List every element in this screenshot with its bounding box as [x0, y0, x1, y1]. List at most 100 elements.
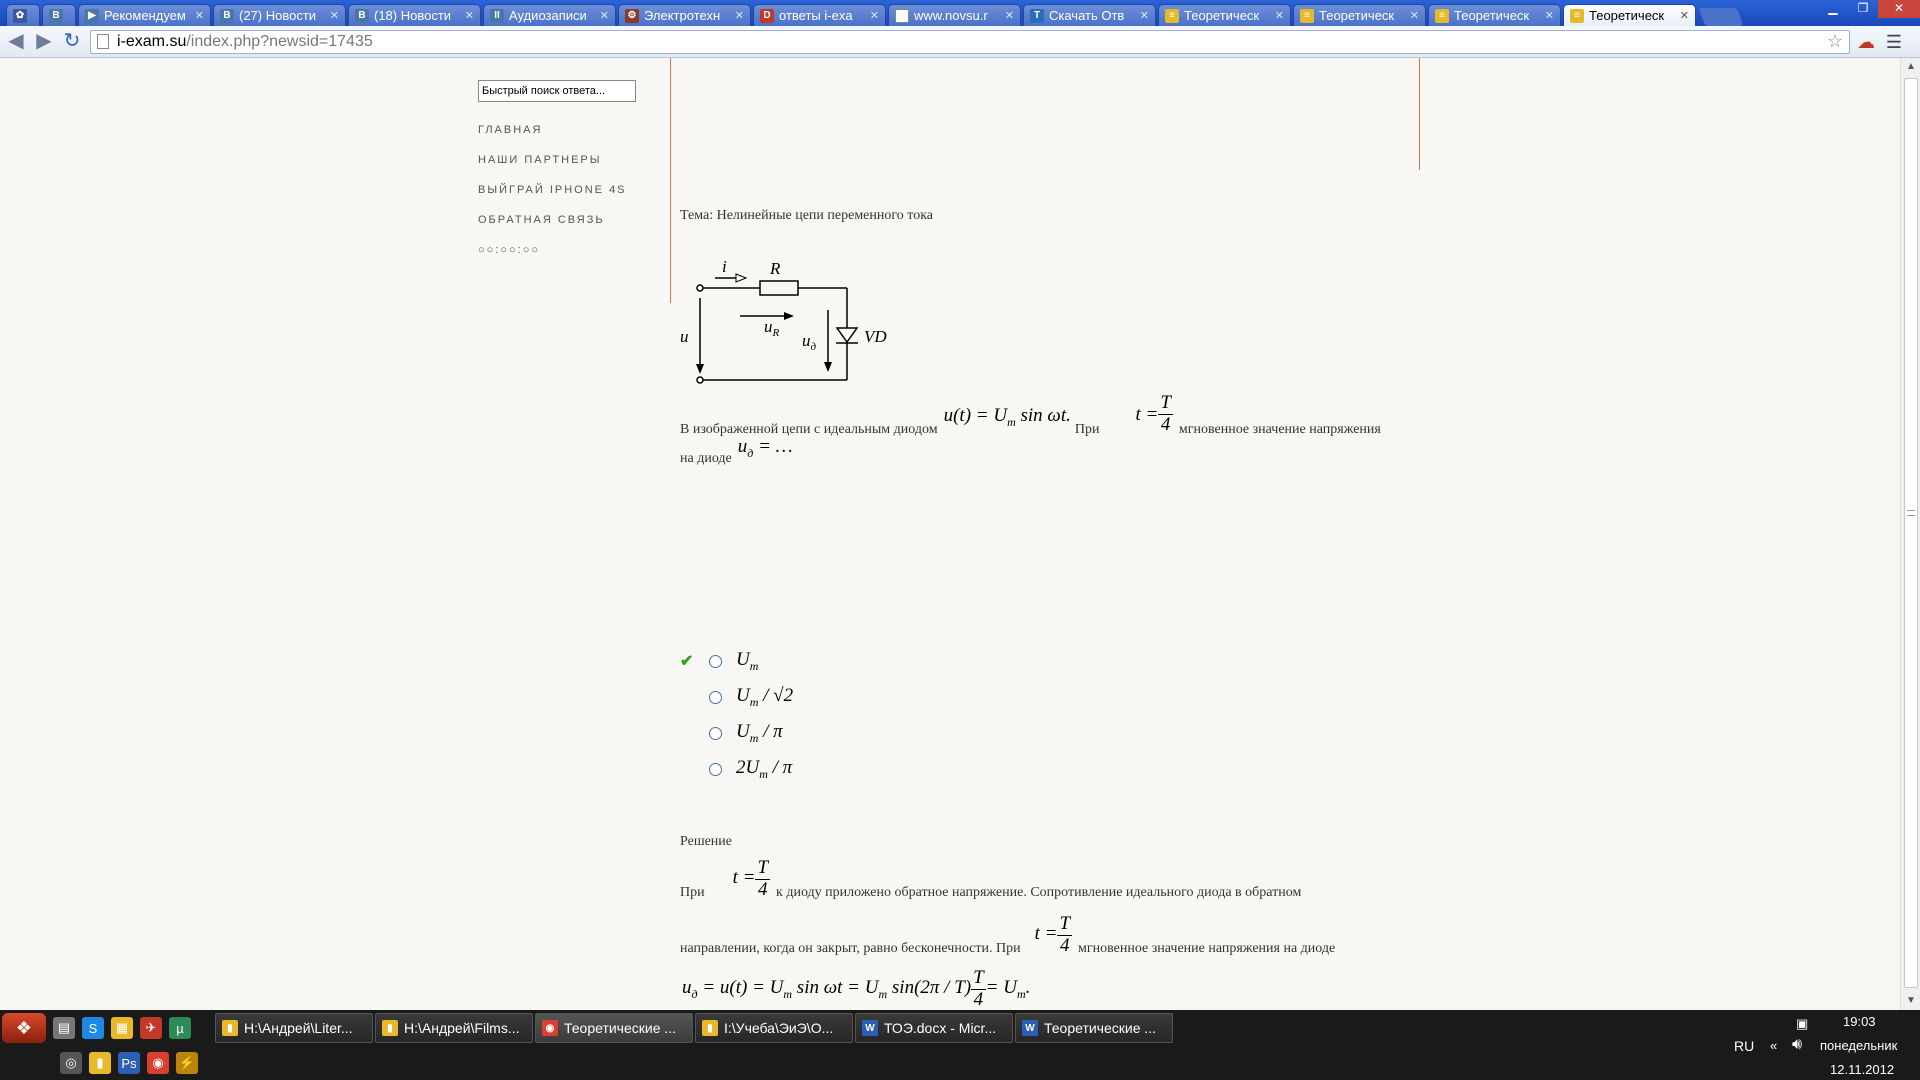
browser-tab[interactable]: ▶ Рекомендуем ✕ — [78, 4, 211, 26]
acrobat-icon[interactable]: ✈ — [140, 1017, 162, 1039]
browser-tab[interactable]: B — [42, 4, 76, 26]
browser-tab[interactable]: ≡ Теоретическ ✕ — [1428, 4, 1561, 26]
language-indicator[interactable]: RU — [1734, 1038, 1754, 1054]
page-scrollbar[interactable]: ▲ ▼ — [1900, 58, 1920, 1010]
answer-option[interactable]: Um / π — [680, 720, 783, 746]
radio-button[interactable] — [709, 654, 722, 668]
taskbar-window-button[interactable]: ▮ H:\Андрей\Liter... — [215, 1013, 373, 1043]
browser-tab[interactable]: ≡ Теоретическ ✕ — [1293, 4, 1426, 26]
tab-close-icon[interactable]: ✕ — [1680, 9, 1689, 22]
scroll-up-icon[interactable]: ▲ — [1901, 58, 1920, 76]
question-text-part: В изображенной цепи с идеальным диодом — [680, 422, 938, 437]
tray-expand-icon[interactable]: « — [1770, 1038, 1777, 1053]
tab-label: Электротехн — [644, 8, 721, 23]
scroll-down-icon[interactable]: ▼ — [1901, 992, 1920, 1010]
new-tab-button[interactable] — [1698, 8, 1744, 26]
tab-close-icon[interactable]: ✕ — [1545, 9, 1554, 22]
clock-time[interactable]: 19:03 — [1843, 1014, 1876, 1029]
chrome-icon[interactable]: ◉ — [147, 1052, 169, 1074]
browser-tab[interactable]: www.novsu.r ✕ — [888, 4, 1021, 26]
clock-day[interactable]: понедельник — [1820, 1038, 1897, 1053]
address-bar[interactable]: i-exam.su/index.php?newsid=17435 ☆ — [90, 29, 1850, 54]
sidebar-link[interactable]: ВЫЙГРАЙ IPHONE 4S — [478, 184, 668, 196]
browser-tab[interactable]: Dответы i-exa ✕ — [753, 4, 886, 26]
close-window-button[interactable]: ✕ — [1878, 0, 1920, 18]
browser-tab[interactable]: ⚙ Электротехн ✕ — [618, 4, 751, 26]
answer-option[interactable]: ✔ Um — [680, 648, 758, 674]
bookmark-star-icon[interactable]: ☆ — [1827, 31, 1843, 52]
taskbar-window-button[interactable]: ▮ I:\Учеба\ЭиЭ\О... — [695, 1013, 853, 1043]
folder-icon[interactable]: ▮ — [89, 1052, 111, 1074]
taskbar-window-button[interactable]: W Теоретические ... — [1015, 1013, 1173, 1043]
tab-close-icon[interactable]: ✕ — [1410, 9, 1419, 22]
url-host: i-exam.su — [117, 32, 187, 50]
volume-icon[interactable]: 🔊︎ — [1792, 1036, 1802, 1054]
reload-icon[interactable]: ↻ — [60, 30, 84, 54]
tool-icon[interactable]: ⚡ — [176, 1052, 198, 1074]
taskbar-window-label: Теоретические ... — [1044, 1020, 1157, 1036]
diode-label: VD — [864, 327, 887, 346]
browser-tab-strip: ✿ B ▶ Рекомендуем ✕ B (27) Новости ✕ B (18) Новос… — [0, 0, 1920, 26]
tab-close-icon[interactable]: ✕ — [465, 9, 474, 22]
sidebar-link[interactable]: ○○:○○:○○ — [478, 244, 668, 256]
minimize-button[interactable]: ▁ — [1818, 0, 1848, 18]
taskbar-window-button[interactable]: ▮ H:\Андрей\Films... — [375, 1013, 533, 1043]
radio-button[interactable] — [709, 726, 722, 740]
sidebar-link[interactable]: НАШИ ПАРТНЕРЫ — [478, 154, 668, 166]
taskbar-window-button[interactable]: ◉ Теоретические ... — [535, 1013, 693, 1043]
tab-close-icon[interactable]: ✕ — [1005, 9, 1014, 22]
action-center-icon[interactable]: ▣ — [1796, 1016, 1808, 1032]
clock-date[interactable]: 12.11.2012 — [1830, 1062, 1894, 1077]
taskbar-row: ◎ ▮ Ps ◉ ⚡ — [0, 1046, 600, 1080]
folder-icon: ▮ — [382, 1020, 398, 1036]
forward-icon[interactable]: ▶ — [32, 30, 56, 54]
browser-tab[interactable]: ≡ Теоретическ ✕ — [1563, 4, 1696, 26]
browser-tab[interactable]: ≡ Теоретическ ✕ — [1158, 4, 1291, 26]
answer-option[interactable]: 2Um / π — [680, 756, 792, 782]
tab-close-icon[interactable]: ✕ — [195, 9, 204, 22]
tab-close-icon[interactable]: ✕ — [735, 9, 744, 22]
divider-line — [670, 58, 671, 303]
checkmark-icon: ✔ — [680, 653, 694, 670]
browser-toolbar: ◀ ▶ ↻ i-exam.su/index.php?newsid=17435 ☆… — [0, 26, 1920, 58]
question-text-2: на диоде uд = … — [680, 436, 793, 467]
tab-close-icon[interactable]: ✕ — [1275, 9, 1284, 22]
explorer-icon[interactable]: ▤ — [53, 1017, 75, 1039]
start-button[interactable]: ❖ — [2, 1013, 46, 1043]
extension-icon[interactable]: ☁ — [1854, 30, 1878, 54]
question-text-part: на диоде — [680, 450, 732, 466]
menu-icon[interactable]: ☰ — [1882, 30, 1906, 54]
question-formula: u(t) = Um sin ωt. — [943, 405, 1071, 429]
word-icon: W — [1022, 1020, 1038, 1036]
back-icon[interactable]: ◀ — [4, 30, 28, 54]
chrome-icon: ◉ — [542, 1020, 558, 1036]
utorrent-icon[interactable]: µ — [169, 1017, 191, 1039]
radio-button[interactable] — [709, 690, 722, 704]
browser-tab[interactable]: T Скачать Отв ✕ — [1023, 4, 1156, 26]
tab-close-icon[interactable]: ✕ — [1140, 9, 1149, 22]
skype-icon[interactable]: S — [82, 1017, 104, 1039]
divider-line — [1419, 58, 1420, 170]
radio-button[interactable] — [709, 762, 722, 776]
browser-tab[interactable]: B (18) Новости ✕ — [348, 4, 481, 26]
quick-search-input[interactable] — [478, 80, 636, 102]
tab-close-icon[interactable]: ✕ — [330, 9, 339, 22]
gear-icon: ⚙ — [625, 8, 639, 23]
answer-option[interactable]: Um / √2 — [680, 684, 793, 710]
tab-close-icon[interactable]: ✕ — [600, 9, 609, 22]
scrollbar-thumb[interactable] — [1904, 78, 1918, 988]
browser-tab[interactable]: ✿ — [6, 4, 40, 26]
sidebar-link[interactable]: ОБРАТНАЯ СВЯЗЬ — [478, 214, 668, 226]
taskbar-window-button[interactable]: W ТОЭ.docx - Micr... — [855, 1013, 1013, 1043]
windows-taskbar: ❖ ▤ S ▦ ✈ µ ▮ H:\Андрей\Liter... ▮ H:\Андре… — [0, 1010, 1920, 1080]
tab-label: Рекомендуем — [104, 8, 186, 23]
browser-tab[interactable]: B (27) Новости ✕ — [213, 4, 346, 26]
browser-tab[interactable]: II Аудиозаписи ✕ — [483, 4, 616, 26]
sidebar-link[interactable]: ГЛАВНАЯ — [478, 124, 668, 136]
tab-close-icon[interactable]: ✕ — [870, 9, 879, 22]
restore-button[interactable]: ❐ — [1848, 0, 1878, 18]
solution-text-part: мгновенное значение напряжения на диоде — [1078, 940, 1336, 956]
notes-icon[interactable]: ▦ — [111, 1017, 133, 1039]
photoshop-icon[interactable]: Ps — [118, 1052, 140, 1074]
mixer-icon[interactable]: ◎ — [60, 1052, 82, 1074]
